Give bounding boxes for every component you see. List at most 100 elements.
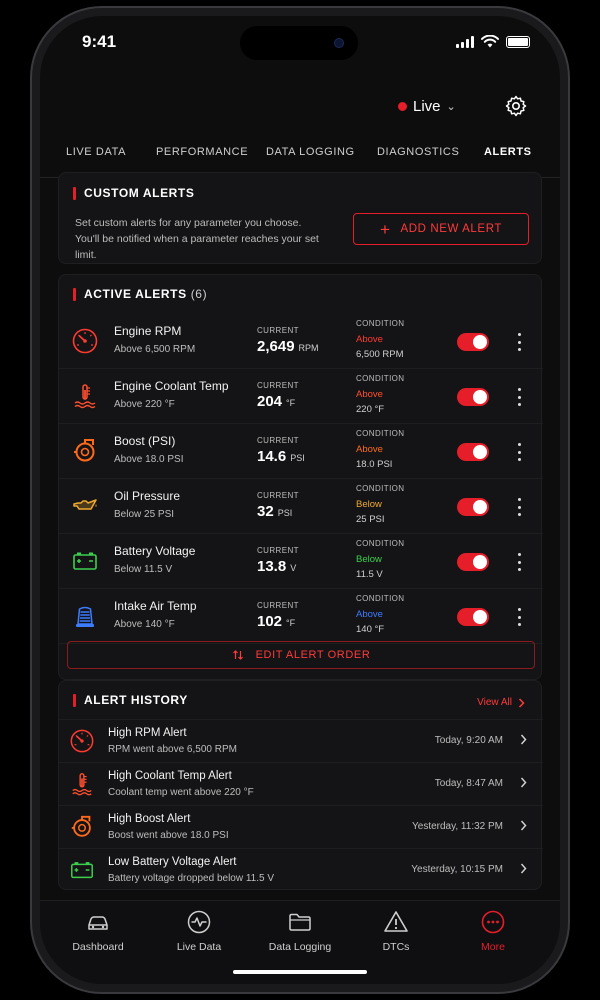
toggle-knob (473, 390, 487, 404)
condition-threshold: 140 °F (356, 624, 385, 635)
condition-threshold: 18.0 PSI (356, 459, 393, 470)
alert-row[interactable]: Boost (PSI) Above 18.0 PSI CURRENT 14.6 PSI C… (59, 424, 543, 479)
alert-row[interactable]: Battery Voltage Below 11.5 V CURRENT 13.8 V C… (59, 534, 543, 589)
nav-live-data[interactable]: Live Data (159, 909, 239, 953)
current-value: 13.8 V (257, 558, 297, 575)
history-row[interactable]: High Coolant Temp Alert Coolant temp went… (59, 762, 543, 806)
nav-live-data-label: Live Data (176, 941, 222, 953)
current-unit: PSI (277, 508, 293, 518)
alert-summary: Above 220 °F (114, 399, 175, 410)
history-timestamp: Yesterday, 11:32 PM (412, 821, 503, 832)
edit-alert-order-button[interactable]: EDIT ALERT ORDER (67, 641, 535, 669)
alert-toggle[interactable] (457, 498, 489, 516)
toggle-knob (473, 610, 487, 624)
current-unit: °F (286, 398, 296, 408)
alert-summary: Above 18.0 PSI (114, 454, 184, 465)
condition-direction: Above (356, 334, 383, 345)
history-row[interactable]: High RPM Alert RPM went above 6,500 RPM To… (59, 719, 543, 763)
tab-alerts[interactable]: ALERTS (484, 146, 532, 158)
kebab-menu-icon[interactable] (513, 551, 525, 573)
alert-name: Intake Air Temp (114, 599, 197, 613)
kebab-menu-icon[interactable] (513, 386, 525, 408)
history-title: Low Battery Voltage Alert (108, 856, 237, 868)
view-all-link[interactable]: View All (477, 697, 525, 708)
nav-dtcs[interactable]: DTCs (356, 909, 436, 953)
alert-row[interactable]: Intake Air Temp Above 140 °F CURRENT 102 °F C… (59, 589, 543, 644)
current-unit: RPM (298, 343, 319, 353)
nav-dashboard-label: Dashboard (72, 941, 124, 953)
live-selector[interactable]: Live ⌄ (398, 98, 456, 115)
alert-toggle[interactable] (457, 388, 489, 406)
alert-toggle[interactable] (457, 333, 489, 351)
history-row[interactable]: Low Battery Voltage Alert Battery voltage… (59, 848, 543, 892)
alert-row[interactable]: Engine RPM Above 6,500 RPM CURRENT 2,649 RPM… (59, 314, 543, 369)
nav-data-logging[interactable]: Data Logging (260, 909, 340, 953)
current-unit: °F (286, 618, 296, 628)
active-alerts-card: ACTIVE ALERTS (6) Engine RPM Above 6,500 R… (58, 274, 543, 680)
cellular-signal-icon (456, 35, 474, 48)
condition-label: CONDITION (356, 539, 405, 548)
tab-data-logging[interactable]: DATA LOGGING (266, 146, 355, 158)
add-new-alert-button[interactable]: + ADD NEW ALERT (353, 213, 529, 245)
kebab-menu-icon[interactable] (513, 441, 525, 463)
kebab-menu-icon[interactable] (513, 606, 525, 628)
kebab-menu-icon[interactable] (513, 496, 525, 518)
alert-toggle[interactable] (457, 443, 489, 461)
condition-direction: Above (356, 609, 383, 620)
camera-icon (334, 38, 344, 48)
tachometer-icon (71, 327, 99, 355)
nav-dashboard[interactable]: Dashboard (58, 909, 138, 953)
history-description: RPM went above 6,500 RPM (108, 744, 237, 755)
alert-history-title: ALERT HISTORY (73, 693, 188, 707)
current-label: CURRENT (257, 491, 299, 500)
toggle-knob (473, 555, 487, 569)
alert-name: Engine Coolant Temp (114, 379, 229, 393)
alert-row[interactable]: Engine Coolant Temp Above 220 °F CURRENT 20… (59, 369, 543, 424)
current-label: CURRENT (257, 546, 299, 555)
history-title: High Boost Alert (108, 813, 191, 825)
active-alerts-title: ACTIVE ALERTS (6) (73, 287, 207, 301)
current-value: 2,649 RPM (257, 338, 319, 355)
toggle-knob (473, 445, 487, 459)
car-icon (88, 916, 108, 930)
condition-label: CONDITION (356, 594, 405, 603)
gear-icon[interactable] (504, 94, 528, 118)
condition-threshold: 11.5 V (356, 569, 383, 580)
condition-label: CONDITION (356, 484, 405, 493)
wifi-icon (481, 35, 499, 48)
alert-summary: Below 11.5 V (114, 564, 173, 575)
current-label: CURRENT (257, 601, 299, 610)
dynamic-island (240, 26, 358, 60)
tab-live-data[interactable]: LIVE DATA (66, 146, 126, 158)
custom-alerts-card: CUSTOM ALERTS Set custom alerts for any … (58, 172, 542, 264)
current-unit: PSI (290, 453, 305, 463)
condition-threshold: 25 PSI (356, 514, 385, 525)
chevron-right-icon (518, 697, 525, 708)
kebab-menu-icon[interactable] (513, 331, 525, 353)
battery-icon (69, 857, 95, 883)
current-label: CURRENT (257, 436, 299, 445)
alert-toggle[interactable] (457, 608, 489, 626)
status-icons (456, 35, 530, 48)
oil-can-icon (71, 492, 99, 520)
history-timestamp: Today, 9:20 AM (434, 735, 503, 746)
history-description: Boost went above 18.0 PSI (108, 830, 229, 841)
chevron-right-icon (520, 862, 527, 877)
history-title: High Coolant Temp Alert (108, 770, 232, 782)
alert-summary: Above 6,500 RPM (114, 344, 196, 355)
tab-diagnostics[interactable]: DIAGNOSTICS (377, 146, 459, 158)
tab-performance[interactable]: PERFORMANCE (156, 146, 248, 158)
top-bar: Live ⌄ (40, 86, 560, 126)
condition-direction: Below (356, 554, 382, 565)
coolant-temp-icon (69, 771, 95, 797)
history-description: Battery voltage dropped below 11.5 V (108, 873, 275, 884)
nav-more-label: More (481, 941, 505, 953)
nav-more[interactable]: More (453, 909, 533, 953)
history-row[interactable]: High Boost Alert Boost went above 18.0 PS… (59, 805, 543, 849)
app-screen: 9:41 Live ⌄ LIVE DATA PERFORMANCE DATA L… (40, 16, 560, 984)
alert-row[interactable]: Oil Pressure Below 25 PSI CURRENT 32 PSI COND… (59, 479, 543, 534)
more-icon (481, 910, 505, 934)
status-time: 9:41 (82, 32, 117, 51)
current-value: 14.6 PSI (257, 448, 305, 465)
alert-toggle[interactable] (457, 553, 489, 571)
